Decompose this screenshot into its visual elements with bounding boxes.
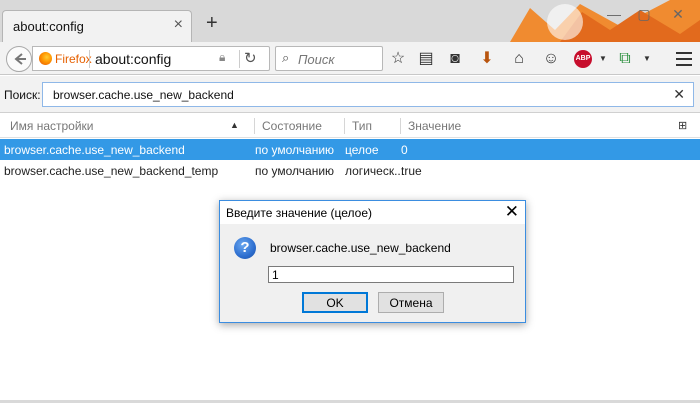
identity-label: Firefox [55,52,92,66]
tab-title: about:config [13,19,84,34]
row-type: логическ... [345,164,405,178]
divider [89,50,90,68]
close-icon[interactable]: ✕ [505,202,519,222]
menu-icon[interactable] [676,52,692,66]
table-row[interactable]: browser.cache.use_new_backend_temp по ум… [0,160,700,181]
nav-toolbar: Firefox about:config 🔒︎ ↻ ⌕ Поиск ☆ ▤ ◙ … [0,42,700,75]
column-header-type[interactable]: Тип [352,119,372,133]
config-search-input[interactable]: browser.cache.use_new_backend ✕ [42,82,694,107]
firefox-logo-icon [39,52,52,65]
row-name: browser.cache.use_new_backend_temp [4,164,219,178]
back-button[interactable] [6,46,32,72]
divider[interactable] [254,118,255,134]
config-search-row: Поиск: browser.cache.use_new_backend ✕ [0,76,700,113]
arrow-left-icon [14,53,26,65]
url-text: about:config [95,51,172,67]
sort-up-icon: ▲ [230,120,239,130]
window-close-icon[interactable]: ✕ [664,4,692,24]
close-icon[interactable]: × [174,16,183,34]
clipboard-icon[interactable]: ▤ [415,48,437,70]
row-value: 0 [401,143,408,157]
question-icon: ? [234,237,256,259]
config-search-value: browser.cache.use_new_backend [53,88,234,102]
dialog-title: Введите значение (целое) [226,206,373,220]
search-placeholder: Поиск [298,52,335,67]
column-header-value[interactable]: Значение [408,119,461,133]
page-info-icon[interactable]: 🔒︎ [219,50,225,65]
divider[interactable] [344,118,345,134]
bookmark-star-icon[interactable]: ☆ [387,48,409,70]
value-dialog: Введите значение (целое) ✕ ? browser.cac… [219,200,526,323]
dialog-title-bar[interactable]: Введите значение (целое) ✕ [220,201,525,224]
maximize-icon[interactable]: ▢ [630,4,658,24]
translate-icon[interactable]: ⧉ [614,48,636,70]
table-row[interactable]: browser.cache.use_new_backend по умолчан… [0,139,700,160]
row-name: browser.cache.use_new_backend [4,143,185,157]
ok-button[interactable]: OK [302,292,368,313]
table-header: Имя настройки ▲ Состояние Тип Значение ⊞ [0,115,700,138]
search-icon: ⌕ [282,50,290,65]
adblock-icon[interactable]: ABP [574,50,592,68]
tab-about-config[interactable]: about:config × [2,10,192,42]
divider[interactable] [400,118,401,134]
column-header-status[interactable]: Состояние [262,119,322,133]
url-bar[interactable]: Firefox about:config 🔒︎ ↻ [32,46,270,71]
value-input[interactable] [268,266,514,283]
minimize-icon[interactable]: — [600,4,628,24]
row-type: целое [345,143,379,157]
pocket-icon[interactable]: ◙ [444,48,466,70]
column-picker-icon[interactable]: ⊞ [678,119,687,132]
column-header-name[interactable]: Имя настройки [10,119,94,133]
row-value: true [401,164,422,178]
title-bar: about:config × + — ▢ ✕ [0,0,700,42]
reload-icon[interactable]: ↻ [244,49,257,67]
clear-icon[interactable]: ✕ [673,86,685,103]
dialog-message: browser.cache.use_new_backend [270,241,451,255]
search-label: Поиск: [4,88,41,102]
cancel-button[interactable]: Отмена [378,292,444,313]
download-icon[interactable]: ⬇ [476,48,498,70]
chevron-down-icon[interactable]: ▼ [592,48,614,70]
row-status: по умолчанию [255,164,335,178]
row-status: по умолчанию [255,143,335,157]
search-bar[interactable]: ⌕ Поиск [275,46,383,71]
chevron-down-icon[interactable]: ▼ [636,48,658,70]
emoji-icon[interactable]: ☺ [540,48,562,70]
divider [239,50,240,68]
home-icon[interactable]: ⌂ [508,48,530,70]
new-tab-button[interactable]: + [206,13,218,33]
